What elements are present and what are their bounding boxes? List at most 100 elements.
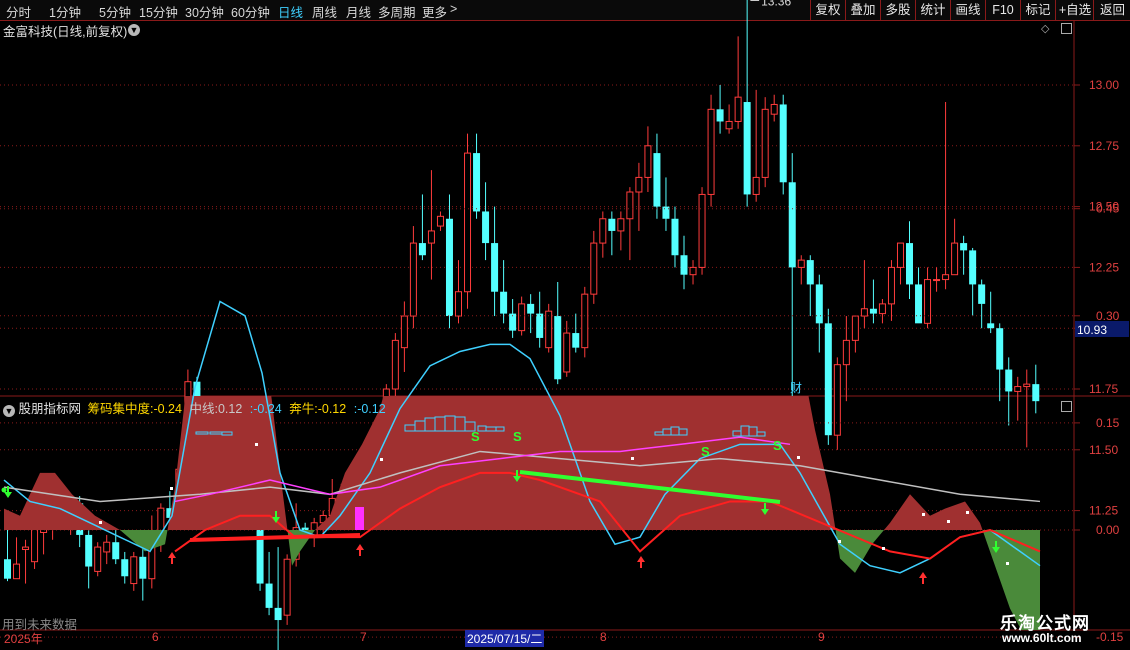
candle-body — [725, 120, 733, 130]
tab-monthly[interactable]: 月线 — [346, 2, 371, 21]
signal-dot — [947, 520, 950, 523]
sell-signal-label: S — [513, 429, 522, 444]
peak-box — [424, 417, 436, 432]
signal-dot — [631, 457, 634, 460]
draw-line-button[interactable]: 画线 — [950, 0, 985, 20]
candle-body — [734, 96, 742, 122]
candle-body — [617, 218, 625, 232]
signal-dot — [170, 487, 173, 490]
candle-body — [581, 293, 589, 349]
indicator-tick-label: 0.15 — [1096, 416, 1120, 430]
peak-box — [221, 431, 233, 436]
tab-15min[interactable]: 15分钟 — [139, 2, 178, 21]
candle-body — [157, 507, 165, 536]
peak-box — [662, 428, 672, 436]
candle-body — [166, 508, 174, 518]
candle-body — [545, 310, 553, 349]
window-toggle-icon[interactable] — [1061, 401, 1072, 412]
sell-signal-label: S — [471, 429, 480, 444]
down-arrow-icon — [992, 541, 1000, 553]
candle-body — [752, 176, 760, 195]
candle-body — [274, 607, 282, 621]
window-toggle-icon[interactable] — [1061, 23, 1072, 34]
candle-body — [869, 308, 877, 314]
candle-body — [806, 260, 814, 285]
candle-body — [130, 556, 138, 585]
price-tick-label: 12.50 — [1089, 200, 1119, 214]
indicator-header: ▼ 股朋指标网 筹码集中度:-0.24 中线:0.12 :-0.24 奔牛:-0… — [3, 398, 386, 417]
candle-body — [409, 242, 417, 317]
tab-5min[interactable]: 5分钟 — [99, 2, 131, 21]
tab-weekly[interactable]: 周线 — [312, 2, 337, 21]
candle-body — [599, 218, 607, 244]
tab-multi-period[interactable]: 多周期 — [378, 2, 416, 21]
candle-body — [310, 522, 318, 536]
candle-body — [626, 191, 634, 220]
peak-box — [654, 431, 664, 436]
multi-stock-button[interactable]: 多股 — [880, 0, 915, 20]
peak-box — [485, 426, 497, 432]
candle-body — [94, 546, 102, 572]
cursor-date-label: 2025/07/15/二 — [465, 630, 545, 647]
mark-button[interactable]: 标记 — [1020, 0, 1055, 20]
f10-button[interactable]: F10 — [985, 0, 1020, 20]
candle-body — [716, 109, 724, 122]
candle-body — [572, 333, 580, 348]
tab-more[interactable]: 更多 — [422, 2, 447, 21]
candle-body — [833, 364, 841, 436]
restore-rights-button[interactable]: 复权 — [810, 0, 845, 20]
indicator-field-value: -0.24 — [153, 402, 182, 416]
add-watchlist-button[interactable]: +自选 — [1055, 0, 1094, 20]
more-arrow-icon[interactable]: > — [450, 2, 457, 16]
peak-box — [740, 425, 750, 437]
tab-daily[interactable]: 日线 — [278, 2, 303, 21]
candle-body — [887, 266, 895, 305]
candle-body — [960, 243, 968, 251]
candle-body — [915, 284, 923, 324]
candle-body — [247, 498, 255, 518]
statistics-button[interactable]: 统计 — [915, 0, 950, 20]
candle-body — [671, 218, 679, 256]
candle-body — [202, 454, 210, 470]
candle-body — [842, 339, 850, 366]
tab-30min[interactable]: 30分钟 — [185, 2, 224, 21]
candle-body — [373, 459, 381, 487]
candle-body — [518, 303, 526, 332]
price-tick-label: 11.75 — [1089, 382, 1118, 396]
candle-body — [85, 534, 93, 567]
tab-60min[interactable]: 60分钟 — [231, 2, 270, 21]
tab-1min[interactable]: 1分钟 — [49, 2, 81, 21]
candle-body — [662, 206, 670, 219]
up-arrow-icon — [356, 544, 364, 556]
candle-body — [644, 145, 652, 178]
tab-fenshi[interactable]: 分时 — [6, 2, 31, 21]
date-label-june: 6 — [152, 630, 159, 644]
candle-body — [112, 542, 120, 560]
candle-body — [301, 527, 309, 535]
candle-body — [824, 323, 832, 436]
up-arrow-icon — [919, 572, 927, 584]
candle-body — [851, 315, 859, 341]
stock-title: 金富科技(日线,前复权) — [3, 25, 128, 39]
candle-body — [292, 527, 300, 560]
down-arrow-icon — [272, 511, 280, 523]
chevron-down-icon[interactable]: ▼ — [128, 24, 140, 36]
candle-body — [355, 483, 363, 495]
red-line — [174, 471, 1041, 560]
candle-body — [31, 519, 39, 563]
price-tick-label: 12.25 — [1089, 260, 1119, 274]
indicator-field-value: -0.24 — [253, 402, 282, 416]
peak-box — [670, 426, 680, 436]
candle-body — [427, 230, 435, 244]
candle-body — [220, 469, 228, 482]
back-button[interactable]: 返回 — [1093, 0, 1130, 20]
diamond-icon[interactable]: ◇ — [1041, 22, 1049, 35]
chevron-down-icon[interactable]: ▼ — [3, 405, 15, 417]
candle-body — [256, 517, 264, 584]
candle-body — [436, 215, 444, 227]
candle-body — [1005, 369, 1013, 392]
current-price-box — [1075, 321, 1129, 337]
overlay-button[interactable]: 叠加 — [845, 0, 880, 20]
candle-body — [978, 284, 986, 304]
candle-body — [860, 308, 868, 317]
